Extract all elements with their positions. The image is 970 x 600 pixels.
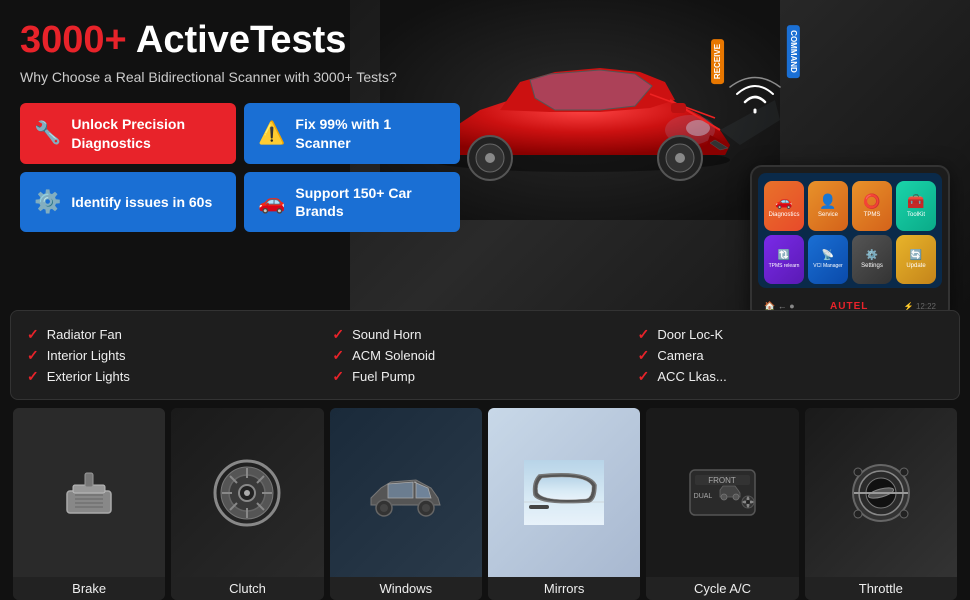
feature-label-2: Exterior Lights [47,369,130,384]
brake-image [13,408,165,577]
windows-image [330,408,482,577]
check-icon-7: ✓ [638,326,650,343]
receive-label: RECEIVE [711,39,724,84]
feature-label-5: Fuel Pump [352,369,415,384]
gear-icon: ⚙️ [34,188,61,217]
title-black: ActiveTests [136,19,347,61]
main-container: 3000+ ActiveTests Why Choose a Real Bidi… [0,0,970,600]
brake-svg [59,463,119,523]
top-section: 3000+ ActiveTests Why Choose a Real Bidi… [0,0,970,310]
ac-svg: FRONT DUAL [685,460,760,525]
btn-label-3: Support 150+ Car Brands [295,184,446,220]
app-vci[interactable]: 📡 VCI Manager [808,235,848,285]
feature-radiator-fan: ✓ Radiator Fan [27,326,332,343]
feature-interior-lights: ✓ Interior Lights [27,347,332,364]
btn-precision-diagnostics[interactable]: 🔧 Unlock Precision Diagnostics [20,103,236,163]
windows-label: Windows [330,577,482,600]
car-icon: 🚗 [258,188,285,217]
wifi-icon [725,70,785,120]
app-update[interactable]: 🔄 Update [896,235,936,285]
app-diagnostics[interactable]: 🚗 Diagnostics [764,181,804,231]
thumb-mirrors[interactable]: Mirrors [488,408,640,600]
alert-icon: ⚠️ [258,119,285,148]
check-icon-4: ✓ [332,326,344,343]
clutch-svg [212,458,282,528]
feature-label-3: Sound Horn [352,327,421,342]
app-service[interactable]: 👤 Service [808,181,848,231]
title-red: 3000+ [20,19,127,61]
features-section: ✓ Radiator Fan ✓ Interior Lights ✓ Exter… [10,310,960,400]
feature-camera: ✓ Camera [638,347,943,364]
device-brand-label: AUTEL [830,301,868,311]
thumb-windows[interactable]: Windows [330,408,482,600]
ac-image: FRONT DUAL [646,408,798,577]
svg-text:DUAL: DUAL [694,493,713,500]
btn-label-0: Unlock Precision Diagnostics [71,115,222,151]
feature-fuel-pump: ✓ Fuel Pump [332,368,637,385]
feature-col-2: ✓ Sound Horn ✓ ACM Solenoid ✓ Fuel Pump [332,326,637,385]
app-tpms[interactable]: ⭕ TPMS [852,181,892,231]
feature-exterior-lights: ✓ Exterior Lights [27,368,332,385]
thumb-ac[interactable]: FRONT DUAL [646,408,798,600]
main-title: 3000+ ActiveTests [20,20,460,62]
feature-label-1: Interior Lights [47,348,126,363]
feature-label-0: Radiator Fan [47,327,122,342]
thumb-clutch[interactable]: Clutch [171,408,323,600]
wrench-icon: 🔧 [34,119,61,148]
mirrors-label: Mirrors [488,577,640,600]
device-screen: 🚗 Diagnostics 👤 Service ⭕ TPMS 🧰 [758,173,942,288]
feature-label-6: Door Loc-K [657,327,723,342]
mirrors-svg [524,460,604,525]
feature-label-4: ACM Solenoid [352,348,435,363]
app-toolkit[interactable]: 🧰 ToolKit [896,181,936,231]
btn-label-2: Identify issues in 60s [71,193,212,211]
signal-area: RECEIVE COMMAND [725,70,785,125]
btn-car-brands[interactable]: 🚗 Support 150+ Car Brands [244,172,460,232]
check-icon-3: ✓ [27,368,39,385]
device-mockup: 🚗 Diagnostics 👤 Service ⭕ TPMS 🧰 [750,165,950,310]
svg-text:FRONT: FRONT [708,476,736,485]
feature-sound-horn: ✓ Sound Horn [332,326,637,343]
throttle-svg [846,460,916,525]
device-bottom: 🏠 ← ● AUTEL ⚡ 12:22 [758,292,942,310]
feature-acm-solenoid: ✓ ACM Solenoid [332,347,637,364]
brake-label: Brake [13,577,165,600]
throttle-label: Throttle [805,577,957,600]
mirrors-image [488,408,640,577]
check-icon-8: ✓ [638,347,650,364]
feature-door-lock: ✓ Door Loc-K [638,326,943,343]
feature-col-3: ✓ Door Loc-K ✓ Camera ✓ ACC Lkas... [638,326,943,385]
feature-acc-lkas: ✓ ACC Lkas... [638,368,943,385]
btn-label-1: Fix 99% with 1 Scanner [295,115,446,151]
throttle-image [805,408,957,577]
thumb-brake[interactable]: Brake [13,408,165,600]
check-icon-6: ✓ [332,368,344,385]
app-settings[interactable]: ⚙️ Settings [852,235,892,285]
ac-label: Cycle A/C [646,577,798,600]
buttons-grid: 🔧 Unlock Precision Diagnostics ⚠️ Fix 99… [20,103,460,232]
windows-svg [366,460,446,525]
thumbnails-section: Brake [10,408,960,600]
thumb-throttle[interactable]: Throttle [805,408,957,600]
feature-col-1: ✓ Radiator Fan ✓ Interior Lights ✓ Exter… [27,326,332,385]
command-label: COMMAND [787,25,800,78]
check-icon-2: ✓ [27,347,39,364]
clutch-label: Clutch [171,577,323,600]
check-icon-9: ✓ [638,368,650,385]
feature-label-8: ACC Lkas... [657,369,726,384]
feature-label-7: Camera [657,348,703,363]
subtitle: Why Choose a Real Bidirectional Scanner … [20,68,460,88]
app-tpms-relearn[interactable]: 🔃 TPMS relearn [764,235,804,285]
btn-identify-issues[interactable]: ⚙️ Identify issues in 60s [20,172,236,232]
clutch-image [171,408,323,577]
check-icon-5: ✓ [332,347,344,364]
btn-fix-scanner[interactable]: ⚠️ Fix 99% with 1 Scanner [244,103,460,163]
check-icon-1: ✓ [27,326,39,343]
left-content: 3000+ ActiveTests Why Choose a Real Bidi… [0,0,480,310]
